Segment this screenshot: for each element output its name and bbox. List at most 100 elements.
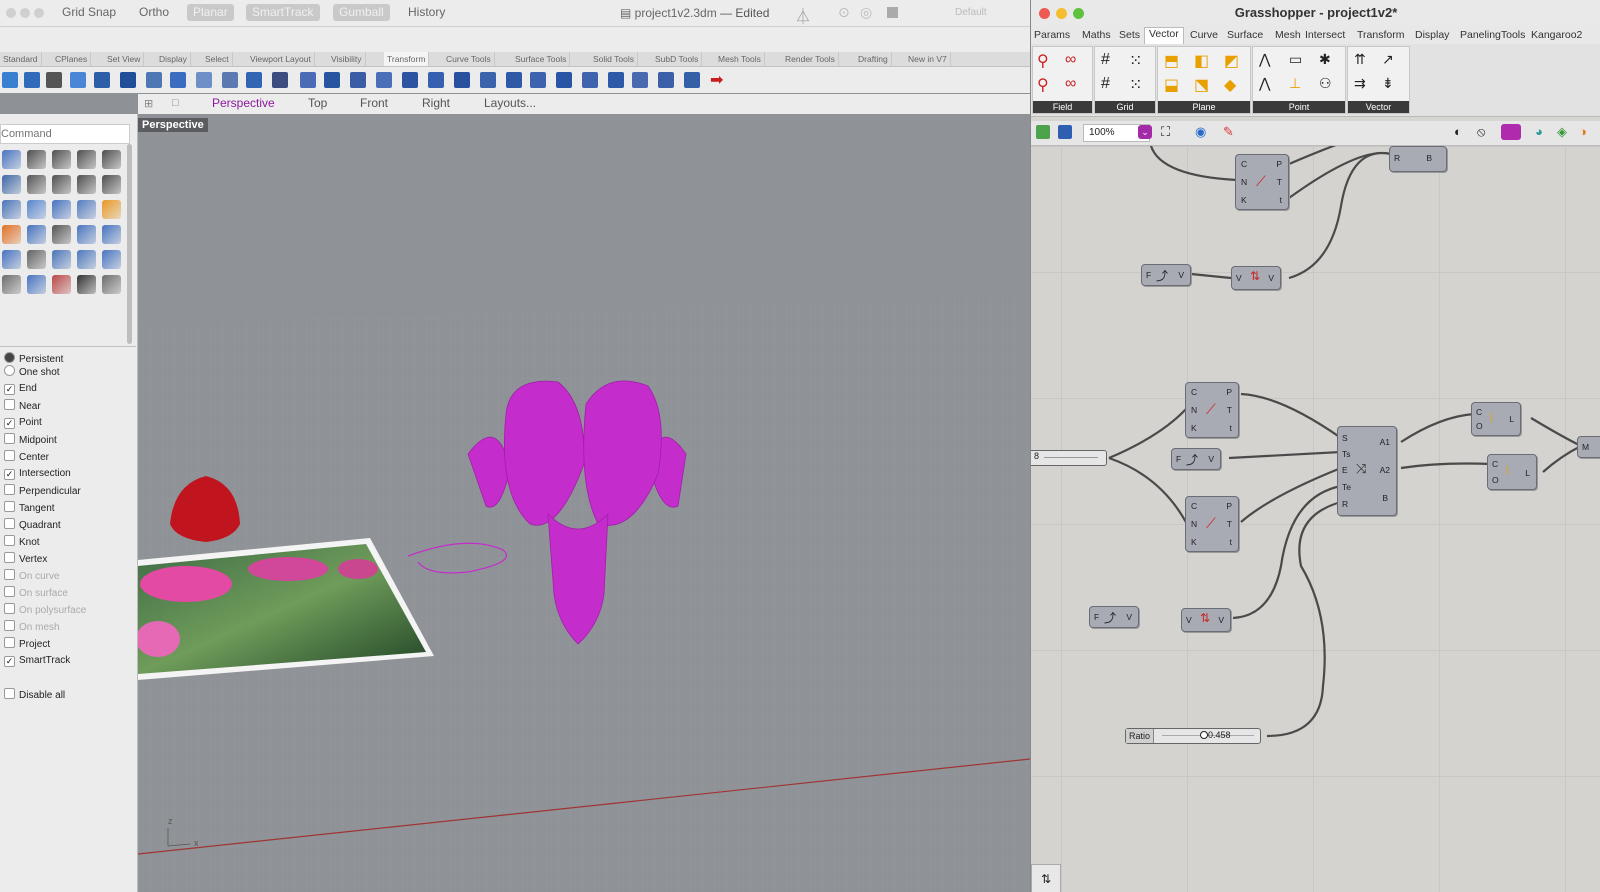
zoom-dropdown-icon[interactable]: ⌄	[1138, 125, 1152, 139]
viewport-title[interactable]: Perspective	[138, 118, 208, 132]
save-file-icon[interactable]	[1058, 125, 1072, 139]
analyze-tool-icon[interactable]	[102, 275, 121, 294]
gh-canvas[interactable]: C N K P T t ⟋ R B F ⤴ V V ⇅ V C N K P T	[1031, 146, 1600, 892]
gumball-toggle[interactable]: Gumball	[333, 4, 390, 21]
gh-tab-curve[interactable]: Curve	[1190, 29, 1218, 41]
view-tab-layouts[interactable]: Layouts...	[484, 96, 536, 110]
target-icon[interactable]: ◎	[860, 4, 872, 21]
number-slider-ratio[interactable]: Ratio 0.458	[1125, 728, 1261, 744]
vector-2pt-icon[interactable]: ↗	[1382, 51, 1402, 71]
gh-tab-mesh[interactable]: Mesh	[1275, 29, 1301, 41]
gh-tab-sets[interactable]: Sets	[1119, 29, 1140, 41]
gh-minimize-button[interactable]	[1056, 8, 1067, 19]
circle-tool-icon[interactable]	[77, 150, 96, 169]
ortho-toggle[interactable]: Ortho	[133, 4, 175, 21]
viewport-single-icon[interactable]: □	[172, 97, 179, 109]
scale-icon[interactable]	[70, 72, 86, 88]
cage-icon[interactable]	[324, 72, 340, 88]
gh-node-curve-param-low[interactable]: C N K P T t ⟋	[1185, 496, 1239, 552]
osnap-end[interactable]: ✓ End	[4, 382, 37, 396]
bend-icon[interactable]	[196, 72, 212, 88]
window-minimize-button[interactable]	[20, 8, 30, 18]
tab-surface-tools[interactable]: Surface Tools	[512, 52, 571, 66]
point-distance-icon[interactable]: ▭	[1289, 51, 1309, 71]
grid-array-icon[interactable]	[632, 72, 648, 88]
splop-icon[interactable]	[272, 72, 288, 88]
point-tool-icon[interactable]	[2, 150, 21, 169]
camera-icon[interactable]	[684, 72, 700, 88]
group-tool-icon[interactable]	[77, 250, 96, 269]
color-icon[interactable]: ◑	[1579, 124, 1587, 139]
tab-subd-tools[interactable]: SubD Tools	[652, 52, 703, 66]
ribbon-label-field[interactable]: Field	[1033, 101, 1092, 113]
plane-align-icon[interactable]: ◧	[1194, 51, 1214, 71]
rotate-icon[interactable]	[46, 72, 62, 88]
osnap-intersection[interactable]: ✓ Intersection	[4, 467, 71, 481]
tab-render-tools[interactable]: Render Tools	[782, 52, 839, 66]
ellipse-tool-icon[interactable]	[2, 175, 21, 194]
copy-icon[interactable]	[24, 72, 40, 88]
offset-tool-icon[interactable]	[102, 175, 121, 194]
text-tool-icon[interactable]	[102, 225, 121, 244]
loft-tool-icon[interactable]	[2, 225, 21, 244]
gh-tab-params[interactable]: Params	[1034, 29, 1070, 41]
tab-set-view[interactable]: Set View	[104, 52, 145, 66]
osnap-on-curve[interactable]: On curve	[4, 569, 60, 583]
ribbon-label-grid[interactable]: Grid	[1095, 101, 1155, 113]
gh-tab-kangaroo2[interactable]: Kangaroo2	[1531, 29, 1582, 41]
perspective-viewport[interactable]: z x Perspective	[138, 114, 1030, 892]
tab-cplanes[interactable]: CPlanes	[52, 52, 92, 66]
polyline-tool-icon[interactable]	[27, 150, 46, 169]
plane-rotate-icon[interactable]: ⬓	[1164, 75, 1184, 95]
history-toggle[interactable]: History	[402, 4, 451, 21]
sweep-icon[interactable]	[506, 72, 522, 88]
osnap-one-shot[interactable]: One shot	[4, 365, 60, 379]
planar-toggle[interactable]: Planar	[187, 4, 234, 21]
window-close-button[interactable]	[6, 8, 16, 18]
osnap-smarttrack[interactable]: ✓ SmartTrack	[4, 654, 70, 668]
gh-node-unit-z-1[interactable]: F ⤴ V	[1141, 264, 1191, 286]
preview-none-icon[interactable]: ⦸	[1477, 124, 1485, 140]
canvas-corner-widget[interactable]: ⇅	[1031, 864, 1061, 892]
point-deconstruct-icon[interactable]: ⋀	[1259, 75, 1279, 95]
gh-tab-display[interactable]: Display	[1415, 29, 1449, 41]
extrude-tool-icon[interactable]	[102, 200, 121, 219]
field-merge-icon[interactable]: ∞	[1065, 51, 1085, 71]
gh-zoom-button[interactable]	[1073, 8, 1084, 19]
bounding-icon[interactable]	[658, 72, 674, 88]
orient-icon[interactable]	[146, 72, 162, 88]
dimension-tool-icon[interactable]	[2, 250, 21, 269]
preview-shaded-icon[interactable]	[1501, 124, 1521, 140]
osnap-persistent[interactable]: Persistent	[4, 352, 63, 366]
project-icon[interactable]	[454, 72, 470, 88]
tab-mesh-tools[interactable]: Mesh Tools	[715, 52, 765, 66]
sphere-tool-icon[interactable]	[52, 200, 71, 219]
tab-display[interactable]: Display	[156, 52, 191, 66]
preview-wire-icon[interactable]: ◐	[1454, 124, 1462, 139]
surface-tool-icon[interactable]	[2, 200, 21, 219]
field-line-icon[interactable]: ⚲	[1037, 75, 1057, 95]
point-project-icon[interactable]: ⊥	[1289, 75, 1309, 95]
command-input[interactable]	[0, 124, 130, 144]
fillet-tool-icon[interactable]	[77, 175, 96, 194]
revolve-tool-icon[interactable]	[27, 225, 46, 244]
arrow-right-icon[interactable]: ➡	[710, 70, 723, 90]
grid-hex-icon[interactable]: ⁙	[1129, 75, 1149, 95]
viewport-grid-icon[interactable]: ⊞	[144, 97, 153, 110]
rectangle-tool-icon[interactable]	[27, 175, 46, 194]
distribute-icon[interactable]	[402, 72, 418, 88]
tab-standard[interactable]: Standard	[0, 52, 42, 66]
gh-node-curve-param-top[interactable]: C N K P T t ⟋	[1235, 154, 1289, 210]
osnap-perpendicular[interactable]: Perpendicular	[4, 484, 81, 498]
tab-solid-tools[interactable]: Solid Tools	[590, 52, 638, 66]
display-mode-swatch[interactable]	[887, 7, 898, 18]
display-mode-select[interactable]: Default	[955, 7, 987, 18]
mirror-icon[interactable]	[94, 72, 110, 88]
ribbon-label-point[interactable]: Point	[1253, 101, 1345, 113]
view-tab-right[interactable]: Right	[422, 96, 450, 110]
plane-fit-icon[interactable]: ◆	[1224, 75, 1244, 95]
hatch-tool-icon[interactable]	[27, 250, 46, 269]
vector-xyz-icon[interactable]: ⇈	[1354, 51, 1374, 71]
osnap-tangent[interactable]: Tangent	[4, 501, 55, 515]
gh-node-curve-param-mid[interactable]: C N K P T t ⟋	[1185, 382, 1239, 438]
